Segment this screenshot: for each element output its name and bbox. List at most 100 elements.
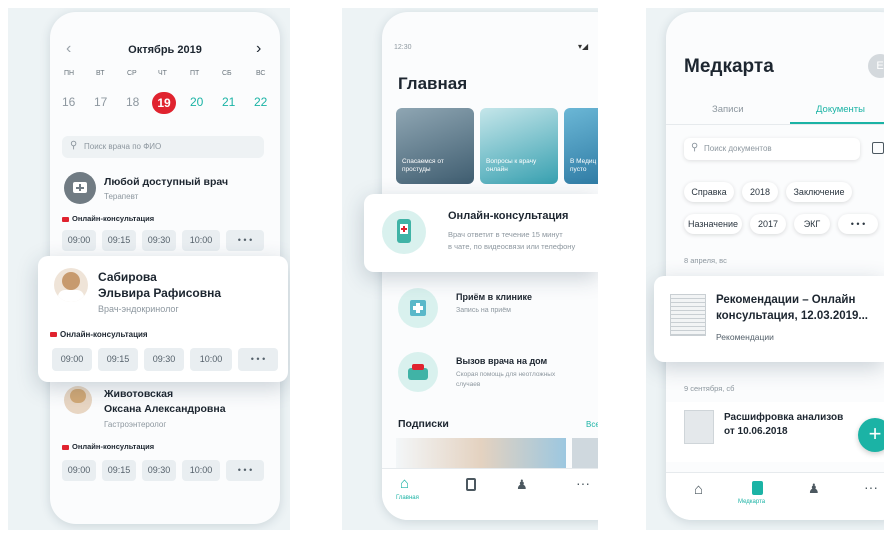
subscriptions-title: Подписки <box>398 418 449 430</box>
search-icon: ⚲ <box>70 140 78 151</box>
status-icons: ▾◢ <box>578 42 589 51</box>
story-label: Вопросы к врачу онлайн <box>486 158 537 173</box>
filter-chip[interactable]: 2017 <box>750 214 786 234</box>
day-16[interactable]: 16 <box>62 95 75 109</box>
tab-home-label[interactable]: Главная <box>396 495 419 501</box>
calendar-month-title: Октябрь 2019 <box>128 44 202 56</box>
time-slot[interactable]: 09:00 <box>52 348 92 371</box>
time-slot[interactable]: 09:30 <box>144 348 184 371</box>
doctor-card-any[interactable]: Любой доступный врач Терапевт Онлайн-кон… <box>50 164 280 254</box>
day-18[interactable]: 18 <box>126 95 139 109</box>
subscriptions-all-link[interactable]: Все <box>586 420 598 429</box>
medcard-icon[interactable] <box>466 478 476 491</box>
doctor-name-line2: Оксана Александровна <box>104 403 226 415</box>
doctor-card-zhivotovskaya[interactable]: Животовская Оксана Александровна Гастроэ… <box>50 376 280 486</box>
document-card-recommendations[interactable]: Рекомендации – Онлайн консультация, 12.0… <box>654 276 884 362</box>
time-slot[interactable]: 09:00 <box>62 460 96 481</box>
home-visit-item[interactable]: Вызов врача на дом Скорая помощь для нео… <box>382 346 598 406</box>
subscription-image[interactable] <box>396 438 566 468</box>
weekday-thu: ЧТ <box>158 70 167 77</box>
time-slot[interactable]: 10:00 <box>182 230 220 251</box>
tab-bar: ⌂ Медкарта ♟ ··· <box>666 472 884 520</box>
page-title: Медкарта <box>684 56 774 77</box>
tab-bar: ⌂ Главная ♟ ··· <box>382 468 598 520</box>
doctor-specialty: Терапевт <box>104 192 139 201</box>
story-label: Спасаемся от простуды <box>402 158 444 173</box>
tab-records[interactable]: Записи <box>712 104 744 115</box>
profile-icon[interactable]: ♟ <box>808 481 820 497</box>
day-21[interactable]: 21 <box>222 95 235 109</box>
online-consult-text: Онлайн-консультация <box>60 330 148 339</box>
time-slot[interactable]: 09:15 <box>98 348 138 371</box>
medcard-icon[interactable] <box>752 481 763 495</box>
add-document-fab[interactable]: + <box>858 418 884 452</box>
more-slots-button[interactable]: • • • <box>226 230 264 251</box>
tab-documents[interactable]: Документы <box>816 104 865 115</box>
doctor-card-sabirova[interactable]: Сабирова Эльвира Рафисовна Врач-эндокрин… <box>38 256 288 382</box>
online-consult-text: Онлайн-консультация <box>72 214 155 223</box>
document-thumbnail <box>684 410 714 444</box>
online-consult-title: Онлайн-консультация <box>448 210 569 222</box>
story-card[interactable]: Спасаемся от простуды <box>396 108 474 184</box>
medkit-icon <box>64 172 96 204</box>
doctor-name: Сабирова <box>98 270 157 284</box>
document-title: Рекомендации – Онлайн <box>716 294 856 306</box>
filter-chip[interactable]: Заключение <box>786 182 852 202</box>
doctor-name-line2: Эльвира Рафисовна <box>98 286 222 300</box>
status-time: 12:30 <box>394 44 412 51</box>
weekday-sat: СБ <box>222 70 232 77</box>
filter-chip[interactable]: Справка <box>684 182 734 202</box>
time-slot[interactable]: 09:15 <box>102 460 136 481</box>
filter-chip[interactable]: 2018 <box>742 182 778 202</box>
time-slot[interactable]: 09:30 <box>142 460 176 481</box>
panel-doctor-schedule: ‹ Октябрь 2019 › ПН ВТ СР ЧТ ПТ СБ ВС 16… <box>8 8 290 530</box>
document-search-input[interactable]: ⚲ Поиск документов <box>684 138 860 160</box>
phone-cross-icon <box>382 210 426 254</box>
day-19-selected[interactable]: 19 <box>152 92 176 114</box>
doctor-specialty: Гастроэнтеролог <box>104 420 167 429</box>
home-visit-desc: Скорая помощь для неотложных <box>456 371 556 378</box>
clinic-title: Приём в клинике <box>456 292 533 302</box>
story-card[interactable]: Вопросы к врачу онлайн <box>480 108 558 184</box>
calendar-icon[interactable] <box>872 142 884 154</box>
online-consult-desc-line2: в чате, по видеосвязи или телефону <box>448 242 576 251</box>
home-icon[interactable]: ⌂ <box>400 475 409 492</box>
avatar[interactable]: Е <box>868 54 884 78</box>
panel-home: 12:30 ▾◢ Главная Спасаемся от простуды В… <box>342 8 598 530</box>
day-20[interactable]: 20 <box>190 95 203 109</box>
calendar-next-button[interactable]: › <box>256 40 261 58</box>
doctor-name: Любой доступный врач <box>104 176 229 188</box>
search-placeholder: Поиск документов <box>704 144 772 153</box>
clinic-visit-item[interactable]: Приём в клинике Запись на приём <box>382 282 598 338</box>
filter-chip[interactable]: ЭКГ <box>794 214 830 234</box>
time-slot[interactable]: 10:00 <box>190 348 232 371</box>
time-slot[interactable]: 09:30 <box>142 230 176 251</box>
document-title: Расшифровка анализов <box>724 412 844 423</box>
filter-chip[interactable]: Назначение <box>684 214 742 234</box>
more-slots-button[interactable]: • • • <box>238 348 278 371</box>
document-type: Рекомендации <box>716 332 774 342</box>
day-17[interactable]: 17 <box>94 95 107 109</box>
calendar-days: 16 17 18 19 20 21 22 <box>60 92 280 116</box>
day-22[interactable]: 22 <box>254 95 267 109</box>
online-consultation-card[interactable]: Онлайн-консультация Врач ответит в течен… <box>364 194 598 272</box>
camera-icon <box>62 216 69 222</box>
story-card[interactable]: В Медиц пусто <box>564 108 598 184</box>
weekday-fri: ПТ <box>190 70 200 77</box>
document-item[interactable]: Расшифровка анализов от 10.06.2018 <box>666 402 884 462</box>
search-placeholder: Поиск врача по ФИО <box>84 142 162 151</box>
time-slot[interactable]: 09:15 <box>102 230 136 251</box>
subscription-image[interactable] <box>572 438 598 468</box>
more-icon[interactable]: ··· <box>576 475 590 491</box>
more-slots-button[interactable]: • • • <box>226 460 264 481</box>
tab-medcard-label[interactable]: Медкарта <box>738 499 765 505</box>
time-slot[interactable]: 09:00 <box>62 230 96 251</box>
profile-icon[interactable]: ♟ <box>516 477 528 493</box>
clinic-building-icon <box>398 288 438 328</box>
doctor-search-input[interactable]: ⚲ Поиск врача по ФИО <box>62 136 264 158</box>
search-icon: ⚲ <box>691 142 699 153</box>
time-slot[interactable]: 10:00 <box>182 460 220 481</box>
more-icon[interactable]: ··· <box>864 479 878 495</box>
home-icon[interactable]: ⌂ <box>694 481 703 498</box>
more-filters-button[interactable]: • • • <box>838 214 878 234</box>
